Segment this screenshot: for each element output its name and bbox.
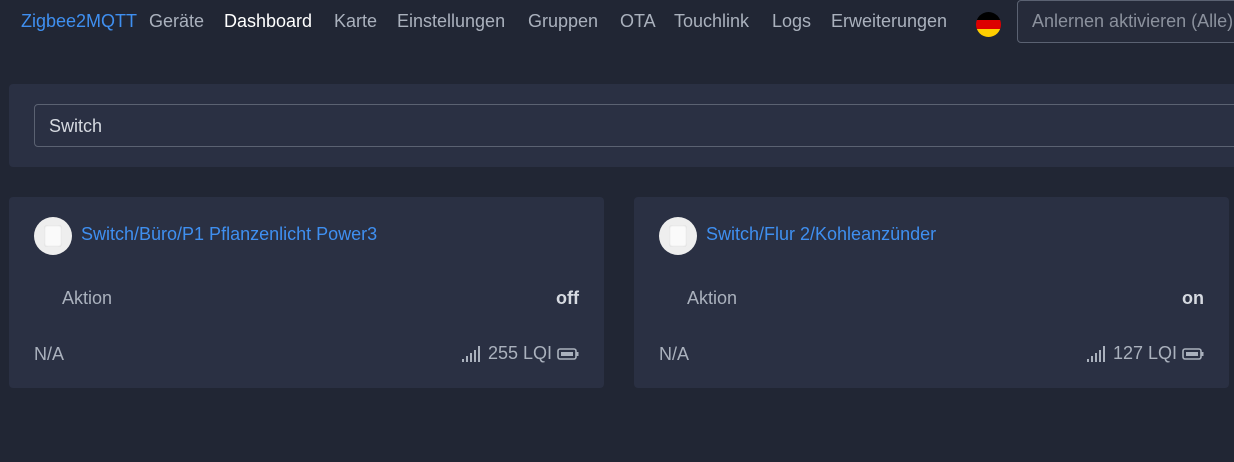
filter-panel: Switch [9, 84, 1234, 167]
device-name-link[interactable]: Switch/Flur 2/Kohleanzünder [706, 224, 936, 245]
nav-link-touchlink[interactable]: Touchlink [674, 11, 749, 32]
power-source: N/A [659, 344, 690, 364]
language-flag-icon[interactable] [976, 12, 1001, 37]
device-status: 127 LQI [1086, 343, 1204, 364]
nav-link-logs[interactable]: Logs [772, 11, 811, 32]
nav-link-devices[interactable]: Geräte [149, 11, 204, 32]
device-status: 255 LQI [461, 343, 579, 364]
battery-full-icon [557, 347, 579, 360]
nav-link-settings[interactable]: Einstellungen [397, 11, 505, 32]
signal-strength-icon [461, 345, 480, 362]
device-filter-input[interactable]: Switch [34, 104, 1234, 147]
nav-link-groups[interactable]: Gruppen [528, 11, 598, 32]
feature-label: Aktion [62, 288, 113, 308]
lqi-value: 255 LQI [487, 343, 552, 363]
signal-strength-icon [1086, 345, 1105, 362]
battery-full-icon [1182, 347, 1204, 360]
nav-link-dashboard[interactable]: Dashboard [224, 11, 312, 32]
feature-value: on [1182, 288, 1204, 308]
brand-link[interactable]: Zigbee2MQTT [21, 11, 137, 32]
nav-link-extensions[interactable]: Erweiterungen [831, 11, 947, 32]
top-navbar: Zigbee2MQTT Geräte Dashboard Karte Einst… [0, 0, 1234, 44]
nav-link-map[interactable]: Karte [334, 11, 377, 32]
device-name-link[interactable]: Switch/Büro/P1 Pflanzenlicht Power3 [81, 224, 377, 245]
device-image [659, 217, 697, 255]
power-source: N/A [34, 344, 65, 364]
feature-value: off [556, 288, 579, 308]
device-image [34, 217, 72, 255]
device-card: Switch/Büro/P1 Pflanzenlicht Power3 Akti… [9, 197, 604, 388]
permit-join-button[interactable]: Anlernen aktivieren (Alle) [1017, 0, 1234, 43]
nav-link-ota[interactable]: OTA [620, 11, 656, 32]
feature-label: Aktion [687, 288, 738, 308]
device-card: Switch/Flur 2/Kohleanzünder Aktion on N/… [634, 197, 1229, 388]
lqi-value: 127 LQI [1112, 343, 1177, 363]
